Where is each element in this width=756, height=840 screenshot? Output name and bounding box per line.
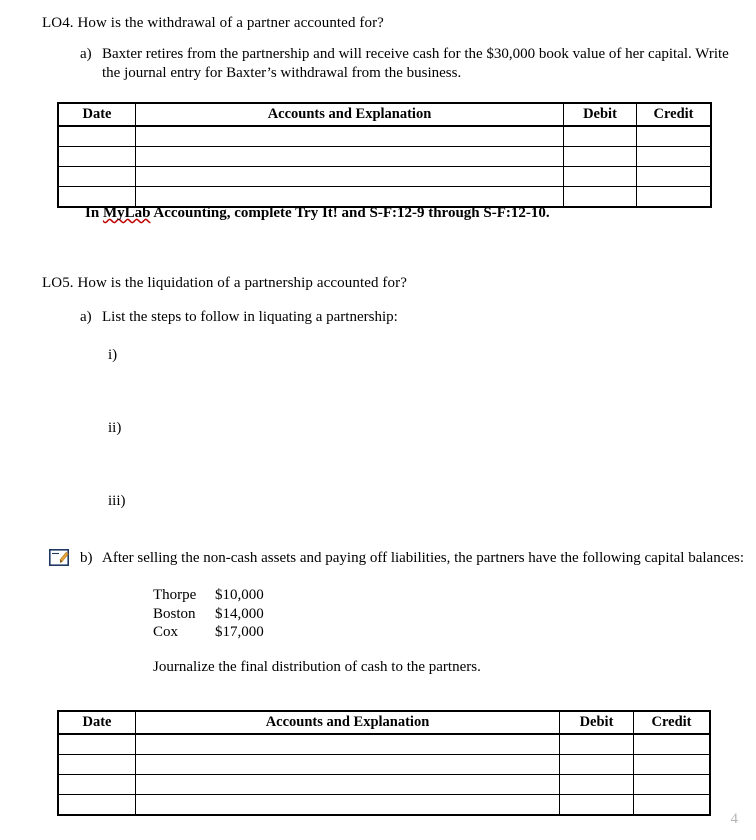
cell-debit[interactable] [564, 127, 637, 147]
column-header-accounts-and-explanation: Accounts and Explanation [136, 712, 560, 735]
cell-debit[interactable] [560, 775, 634, 795]
cell-accounts[interactable] [136, 147, 564, 167]
journal-entry-table-2[interactable]: Date Accounts and Explanation Debit Cred… [58, 711, 710, 815]
table-row[interactable] [59, 795, 709, 814]
mylab-note-prefix: In [85, 205, 103, 221]
cell-accounts[interactable] [136, 775, 560, 795]
cell-credit[interactable] [634, 755, 709, 775]
journalize-instruction: Journalize the final distribution of cas… [153, 659, 481, 675]
partner-name: Cox [153, 624, 179, 640]
table-header-row: Date Accounts and Explanation Debit Cred… [59, 712, 709, 735]
lo5-item-a-text: List the steps to follow in liquating a … [102, 309, 398, 325]
balance-row: Boston $14,000 [153, 605, 264, 624]
page-number: 4 [730, 811, 739, 827]
lo5-item-b-marker: b) [80, 550, 93, 566]
write-pencil-icon [49, 549, 69, 566]
partner-name: Boston [153, 605, 196, 622]
table-row[interactable] [59, 127, 710, 147]
partner-amount: $14,000 [215, 605, 264, 622]
cell-debit[interactable] [564, 147, 637, 167]
lo4-item-a-marker: a) [80, 46, 92, 62]
table-row[interactable] [59, 775, 709, 795]
balance-row: Cox $17,000 [153, 623, 264, 642]
table-row[interactable] [59, 755, 709, 775]
mylab-note: In MyLab Accounting, complete Try It! an… [85, 204, 550, 223]
partner-amount: $10,000 [215, 587, 264, 603]
balance-row: Thorpe $10,000 [153, 586, 264, 605]
cell-debit[interactable] [564, 167, 637, 187]
cell-credit[interactable] [634, 795, 709, 814]
lo5-item-b: b) After selling the non-cash assets and… [80, 549, 748, 568]
cell-accounts[interactable] [136, 795, 560, 814]
mylab-note-suffix: Accounting, complete Try It! and S-F:12-… [150, 205, 550, 221]
capital-balances-list: Thorpe $10,000 Boston $14,000 Cox $17,00… [153, 586, 264, 642]
table-header-row: Date Accounts and Explanation Debit Cred… [59, 104, 710, 127]
mylab-brand-word: MyLab [102, 205, 151, 221]
cell-accounts[interactable] [136, 735, 560, 755]
partner-name: Thorpe [153, 587, 197, 603]
cell-debit[interactable] [560, 735, 634, 755]
cell-credit[interactable] [634, 735, 709, 755]
cell-debit[interactable] [560, 795, 634, 814]
cell-debit[interactable] [564, 187, 637, 206]
lo4-item-a: a) Baxter retires from the partnership a… [80, 45, 748, 83]
cell-credit[interactable] [637, 167, 710, 187]
cell-accounts[interactable] [136, 167, 564, 187]
column-header-accounts-and-explanation: Accounts and Explanation [136, 104, 564, 127]
column-header-credit: Credit [634, 712, 709, 735]
partner-amount: $17,000 [215, 624, 264, 640]
cell-credit[interactable] [637, 147, 710, 167]
lo5-item-a: a) List the steps to follow in liquating… [80, 308, 640, 327]
table-row[interactable] [59, 167, 710, 187]
lo5-item-a-marker: a) [80, 309, 92, 325]
cell-date[interactable] [59, 167, 136, 187]
cell-date[interactable] [59, 735, 136, 755]
cell-date[interactable] [59, 127, 136, 147]
worksheet-page: LO4. How is the withdrawal of a partner … [0, 0, 756, 840]
lo5-step-iii-marker: iii) [108, 493, 126, 509]
cell-date[interactable] [59, 755, 136, 775]
column-header-credit: Credit [637, 104, 710, 127]
column-header-date: Date [59, 712, 136, 735]
cell-credit[interactable] [637, 187, 710, 206]
column-header-debit: Debit [560, 712, 634, 735]
lo5-step-i-marker: i) [108, 347, 118, 363]
cell-debit[interactable] [560, 755, 634, 775]
column-header-debit: Debit [564, 104, 637, 127]
table-row[interactable] [59, 147, 710, 167]
lo5-item-b-text: After selling the non-cash assets and pa… [102, 550, 745, 566]
cell-accounts[interactable] [136, 127, 564, 147]
lo5-step-ii-marker: ii) [108, 420, 122, 436]
cell-credit[interactable] [634, 775, 709, 795]
cell-date[interactable] [59, 775, 136, 795]
column-header-date: Date [59, 104, 136, 127]
cell-date[interactable] [59, 147, 136, 167]
lo4-heading: LO4. How is the withdrawal of a partner … [42, 15, 384, 31]
cell-date[interactable] [59, 795, 136, 814]
cell-credit[interactable] [637, 127, 710, 147]
journal-entry-table-1[interactable]: Date Accounts and Explanation Debit Cred… [58, 103, 711, 207]
cell-accounts[interactable] [136, 755, 560, 775]
lo5-heading: LO5. How is the liquidation of a partner… [42, 275, 407, 291]
lo4-item-a-text: Baxter retires from the partnership and … [102, 46, 729, 81]
table-row[interactable] [59, 735, 709, 755]
